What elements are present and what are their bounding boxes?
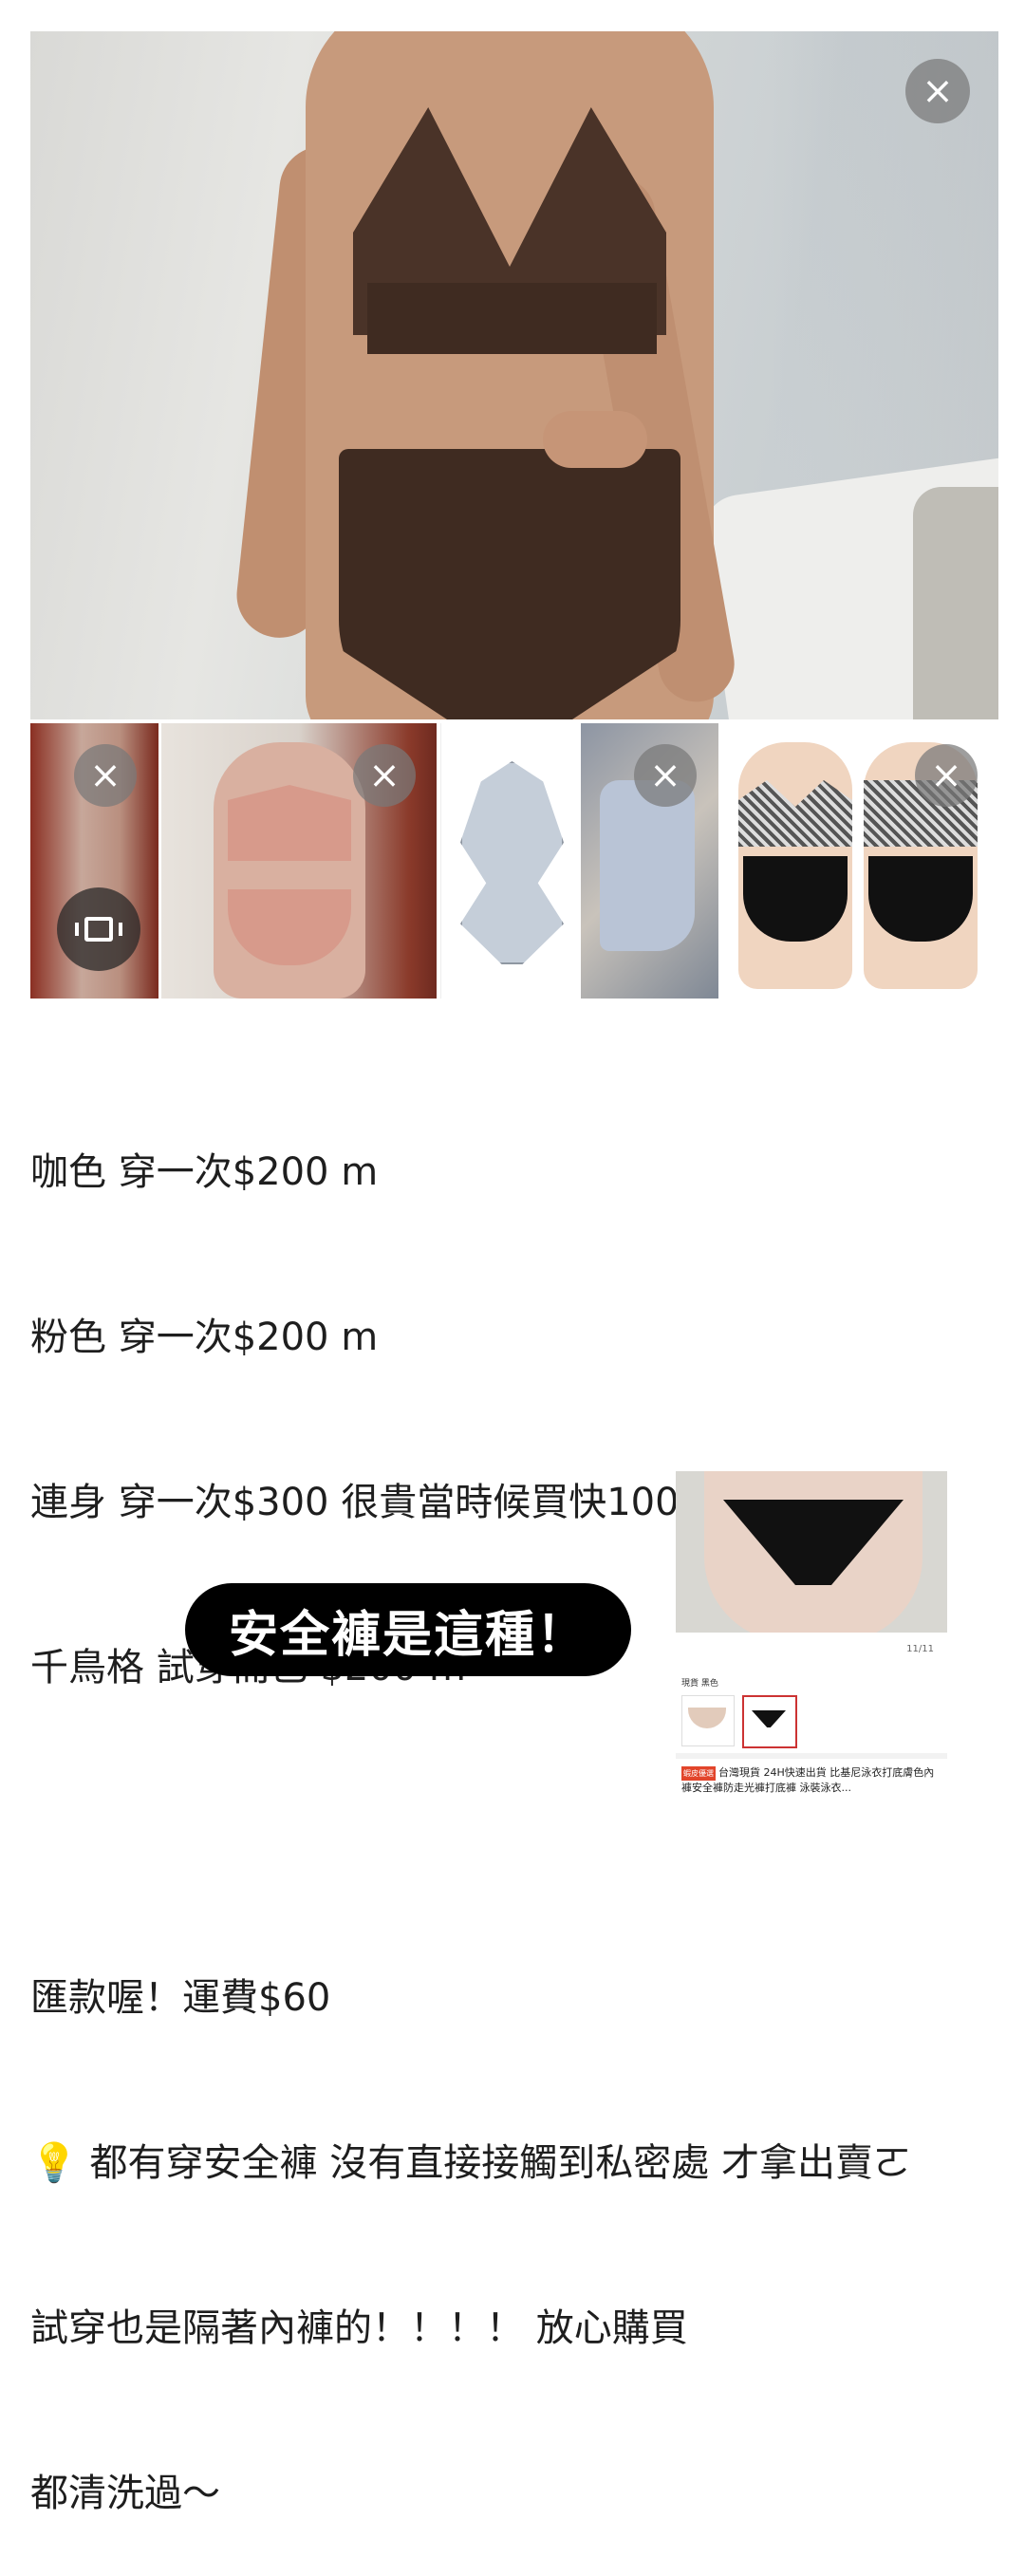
gallery-icon <box>75 917 122 942</box>
image-count: 11/11 <box>906 1644 934 1654</box>
bikini-bottom <box>339 449 680 719</box>
thumbnail-top <box>228 785 351 861</box>
product-title: 蝦皮優選 台灣現貨 24H快速出貨 比基尼泳衣打底膚色內褲安全褲防走光褲打底褲 泳… <box>681 1765 943 1796</box>
black-bottom-front <box>743 856 848 942</box>
variant-swatch-skin[interactable] <box>681 1695 735 1746</box>
black-bottom-back <box>868 856 973 942</box>
post-line: 都清洗過～ <box>30 2472 220 2515</box>
gallery-view-button[interactable] <box>57 887 140 971</box>
thumbnail-1-close-icon[interactable]: × <box>74 744 137 807</box>
thumbnail-strip <box>30 723 998 999</box>
cushion-side <box>913 487 998 719</box>
thumbnail-swimsuit <box>600 780 695 951</box>
post-line: 咖色 穿一次$200 m <box>30 1150 379 1194</box>
hand <box>543 411 647 468</box>
variant-label: 現貨 黑色 <box>681 1679 718 1689</box>
post-line: 匯款喔！運費$60 <box>30 1976 331 2020</box>
bikini-band <box>367 283 657 354</box>
thumbnail-4-close-icon[interactable]: × <box>634 744 697 807</box>
product-card[interactable]: 11/11 現貨 黑色 蝦皮優選 台灣現貨 24H快速出貨 比基尼泳衣打底膚色內褲… <box>676 1471 947 1799</box>
main-photo[interactable] <box>30 31 998 719</box>
post-description: 咖色 穿一次$200 m 粉色 穿一次$200 m 連身 穿一次$300 很貴當… <box>30 1035 1008 2576</box>
thumbnail-swimsuit <box>460 761 564 964</box>
product-title-text: 台灣現貨 24H快速出貨 比基尼泳衣打底膚色內褲安全褲防走光褲打底褲 泳裝泳衣.… <box>681 1766 935 1794</box>
post-line: 💡 都有穿安全褲 沒有直接接觸到私密處 才拿出賣ㄛ <box>30 2141 911 2185</box>
product-photo <box>676 1471 947 1633</box>
variant-swatch-black[interactable] <box>742 1695 797 1748</box>
safety-shorts-label: 安全褲是這種！ <box>185 1583 631 1676</box>
post-line: 試穿也是隔著內褲的！！！！ 放心購買 <box>30 2306 688 2350</box>
thumbnail-5-close-icon[interactable]: × <box>915 744 978 807</box>
post-line: 粉色 穿一次$200 m <box>30 1316 379 1359</box>
thumbnail-3[interactable] <box>440 723 579 999</box>
product-tag: 蝦皮優選 <box>681 1765 716 1781</box>
post-line <box>30 1805 1008 1860</box>
divider <box>676 1753 947 1759</box>
thumbnail-2-close-icon[interactable]: × <box>353 744 416 807</box>
close-icon[interactable]: × <box>905 59 970 123</box>
